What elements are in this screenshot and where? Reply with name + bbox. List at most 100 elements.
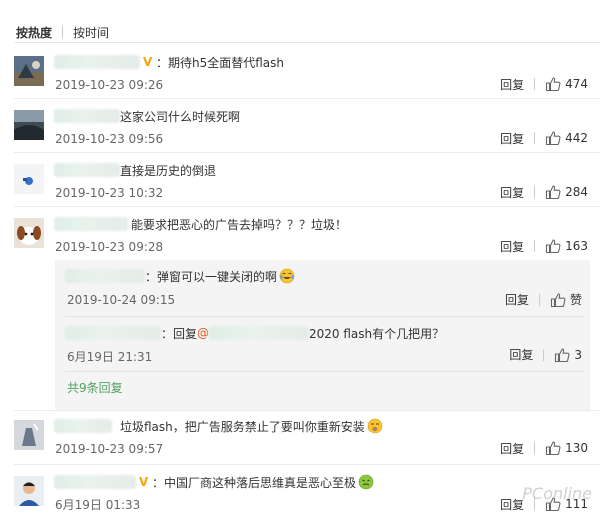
sort-by-hot[interactable]: 按热度: [16, 24, 52, 41]
view-all-replies-link[interactable]: 共9条回复: [67, 379, 123, 396]
comment-text: 这家公司什么时候死啊: [120, 109, 241, 124]
watermark-logo: PConline: [522, 484, 592, 503]
sort-divider: [62, 26, 64, 38]
comment-item: V ：中国厂商这种落后思维真是恶心至极 6月19日 01:33 回复 111: [0, 472, 600, 518]
like-count: 442: [565, 131, 588, 145]
mention-at[interactable]: @: [197, 326, 209, 340]
comment-text: 垃圾flash，把广告服务禁止了要叫你重新安装: [120, 419, 365, 434]
username[interactable]: [54, 55, 140, 69]
comment-actions: 回复 163: [500, 237, 588, 255]
avatar[interactable]: [14, 164, 44, 194]
action-divider: [534, 132, 536, 144]
comment-date: 2019-10-23 09:26: [55, 78, 164, 92]
comment-date: 2019-10-23 10:32: [55, 186, 164, 200]
sub-reply-date: 6月19日 21:31: [67, 350, 153, 364]
username[interactable]: [54, 217, 128, 231]
sub-replies-box: ：弹窗可以一键关闭的啊 2019-10-24 09:15 回复 赞 ：回复 @ …: [55, 260, 590, 410]
action-divider: [538, 293, 540, 306]
laugh-cry-emoji-icon: [279, 268, 295, 284]
reply-button[interactable]: 回复: [500, 130, 524, 147]
comment-date: 2019-10-23 09:57: [55, 442, 164, 456]
yawn-emoji-icon: [367, 418, 383, 434]
comment-line: 能要求把恶心的广告去掉吗？？？垃圾！: [54, 214, 347, 234]
like-label[interactable]: 赞: [570, 291, 582, 308]
sub-reply-date: 2019-10-24 09:15: [67, 293, 176, 307]
sub-reply-line: ：回复 @ 2020 flash有个几把用？: [65, 323, 444, 343]
username[interactable]: [65, 326, 161, 340]
comment-date: 2019-10-23 09:56: [55, 132, 164, 146]
avatar[interactable]: [14, 476, 44, 506]
mentioned-user[interactable]: [209, 326, 310, 340]
comment-line: 垃圾flash，把广告服务禁止了要叫你重新安装: [54, 416, 383, 436]
action-divider: [543, 348, 545, 361]
comment-text: ：中国厂商这种落后思维真是恶心至极: [152, 475, 357, 490]
comment-item: V ：期待h5全面替代flash 2019-10-23 09:26 回复 474: [0, 52, 600, 98]
divider: [14, 464, 600, 465]
comment-line: V ：期待h5全面替代flash: [54, 52, 284, 72]
thumbs-up-icon[interactable]: [545, 76, 561, 92]
username[interactable]: [65, 269, 145, 283]
like-count: 284: [565, 185, 588, 199]
like-count: 474: [565, 77, 588, 91]
comment-actions: 回复 474: [500, 75, 588, 93]
sub-reply-prefix: ：回复: [161, 326, 198, 341]
action-divider: [534, 78, 536, 90]
comment-item: 这家公司什么时候死啊 2019-10-23 09:56 回复 442: [0, 106, 600, 152]
comment-item: 垃圾flash，把广告服务禁止了要叫你重新安装 2019-10-23 09:57…: [0, 416, 600, 462]
divider: [14, 410, 600, 411]
avatar[interactable]: [14, 420, 44, 450]
username[interactable]: [54, 475, 136, 489]
thumbs-up-icon[interactable]: [545, 184, 561, 200]
vip-badge-icon: V: [143, 54, 153, 69]
comment-text: 能要求把恶心的广告去掉吗？？？垃圾！: [131, 217, 348, 232]
comment-date: 6月19日 01:33: [55, 498, 141, 512]
username[interactable]: [54, 419, 112, 433]
like-count: 163: [565, 239, 588, 253]
avatar[interactable]: [14, 110, 44, 140]
action-divider: [534, 186, 536, 198]
comment-date: 2019-10-23 09:28: [55, 240, 164, 254]
vip-badge-icon: V: [139, 474, 149, 489]
username[interactable]: [54, 109, 120, 123]
username[interactable]: [54, 163, 120, 177]
thumbs-up-icon[interactable]: [545, 238, 561, 254]
reply-button[interactable]: 回复: [500, 76, 524, 93]
like-count: 3: [574, 347, 582, 362]
reply-button[interactable]: 回复: [500, 440, 524, 457]
reply-button[interactable]: 回复: [500, 496, 524, 513]
comment-line: 这家公司什么时候死啊: [54, 106, 240, 126]
divider: [14, 42, 600, 43]
like-count: 130: [565, 441, 588, 455]
action-divider: [534, 240, 536, 252]
reply-button[interactable]: 回复: [500, 184, 524, 201]
comment-text: ：期待h5全面替代flash: [156, 55, 285, 70]
divider: [14, 206, 600, 207]
sort-by-time[interactable]: 按时间: [73, 24, 109, 41]
sub-reply-text: 2020 flash有个几把用？: [309, 326, 445, 341]
sub-reply-actions: 回复 3: [509, 346, 582, 363]
reply-button[interactable]: 回复: [500, 238, 524, 255]
thumbs-up-icon[interactable]: [550, 292, 566, 308]
reply-button[interactable]: 回复: [509, 346, 533, 363]
vomit-emoji-icon: [358, 474, 374, 490]
comment-actions: 回复 284: [500, 183, 588, 201]
avatar[interactable]: [14, 218, 44, 248]
thumbs-up-icon[interactable]: [545, 130, 561, 146]
comment-actions: 回复 130: [500, 439, 588, 457]
divider: [14, 152, 600, 153]
comment-item: 能要求把恶心的广告去掉吗？？？垃圾！ 2019-10-23 09:28 回复 1…: [0, 214, 600, 260]
thumbs-up-icon[interactable]: [554, 347, 570, 363]
thumbs-up-icon[interactable]: [545, 440, 561, 456]
reply-button[interactable]: 回复: [505, 291, 529, 308]
comment-line: 直接是历史的倒退: [54, 160, 216, 180]
comment-actions: 回复 442: [500, 129, 588, 147]
comment-text: 直接是历史的倒退: [120, 163, 217, 178]
divider: [65, 371, 584, 372]
comment-line: V ：中国厂商这种落后思维真是恶心至极: [54, 472, 374, 492]
sub-reply-line: ：弹窗可以一键关闭的啊: [65, 266, 295, 286]
sort-bar: 按热度 按时间: [16, 22, 109, 42]
comment-item: 直接是历史的倒退 2019-10-23 10:32 回复 284: [0, 160, 600, 206]
avatar[interactable]: [14, 56, 44, 86]
action-divider: [534, 442, 536, 454]
divider: [14, 98, 600, 99]
